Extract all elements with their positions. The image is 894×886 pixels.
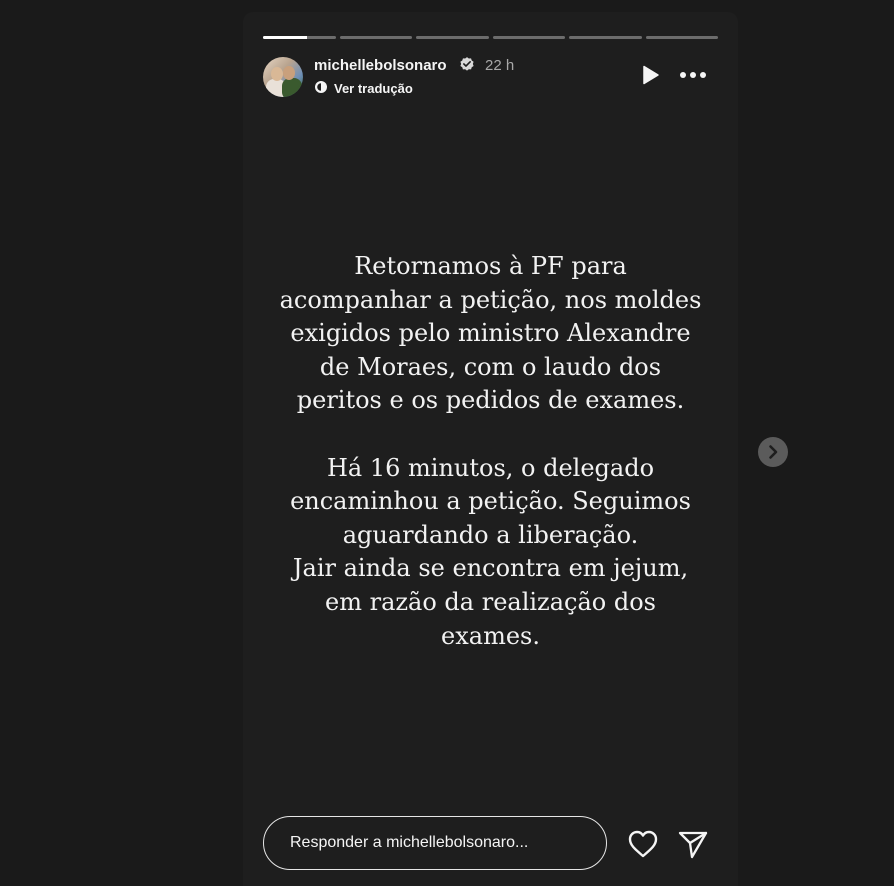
- play-button[interactable]: [638, 63, 662, 87]
- story-header: michellebolsonaro 22 h Ver tradução: [263, 56, 718, 98]
- progress-segment: [263, 36, 336, 39]
- progress-segment: [645, 36, 718, 39]
- story-viewer: michellebolsonaro 22 h Ver tradução Reto…: [243, 12, 738, 886]
- progress-segment: [569, 36, 642, 39]
- translate-link[interactable]: Ver tradução: [314, 80, 413, 97]
- story-time: 22 h: [485, 57, 515, 74]
- more-options-icon: [680, 72, 706, 78]
- next-story-button[interactable]: [758, 437, 788, 467]
- avatar[interactable]: [263, 57, 303, 97]
- reply-input[interactable]: Responder a michellebolsonaro...: [263, 816, 607, 870]
- progress-bar: [263, 36, 718, 39]
- story-paragraph-1: Retornamos à PF para acompanhar a petiçã…: [279, 252, 702, 415]
- username[interactable]: michellebolsonaro: [314, 57, 447, 74]
- progress-segment: [492, 36, 565, 39]
- more-options-button[interactable]: [678, 63, 708, 87]
- heart-icon: [628, 830, 658, 858]
- like-button[interactable]: [627, 829, 659, 859]
- play-icon: [643, 65, 659, 85]
- progress-segment: [416, 36, 489, 39]
- share-button[interactable]: [677, 828, 709, 860]
- translate-label: Ver tradução: [334, 81, 413, 96]
- story-paragraph-2: Há 16 minutos, o delegado encaminhou a p…: [290, 453, 691, 650]
- verified-badge-icon: [458, 56, 476, 74]
- chevron-right-icon: [769, 445, 778, 459]
- translate-icon: [314, 80, 328, 97]
- send-icon: [678, 831, 708, 859]
- story-text: Retornamos à PF para acompanhar a petiçã…: [243, 250, 738, 653]
- reply-placeholder: Responder a michellebolsonaro...: [290, 834, 529, 851]
- story-footer: Responder a michellebolsonaro...: [263, 816, 718, 872]
- progress-segment: [339, 36, 412, 39]
